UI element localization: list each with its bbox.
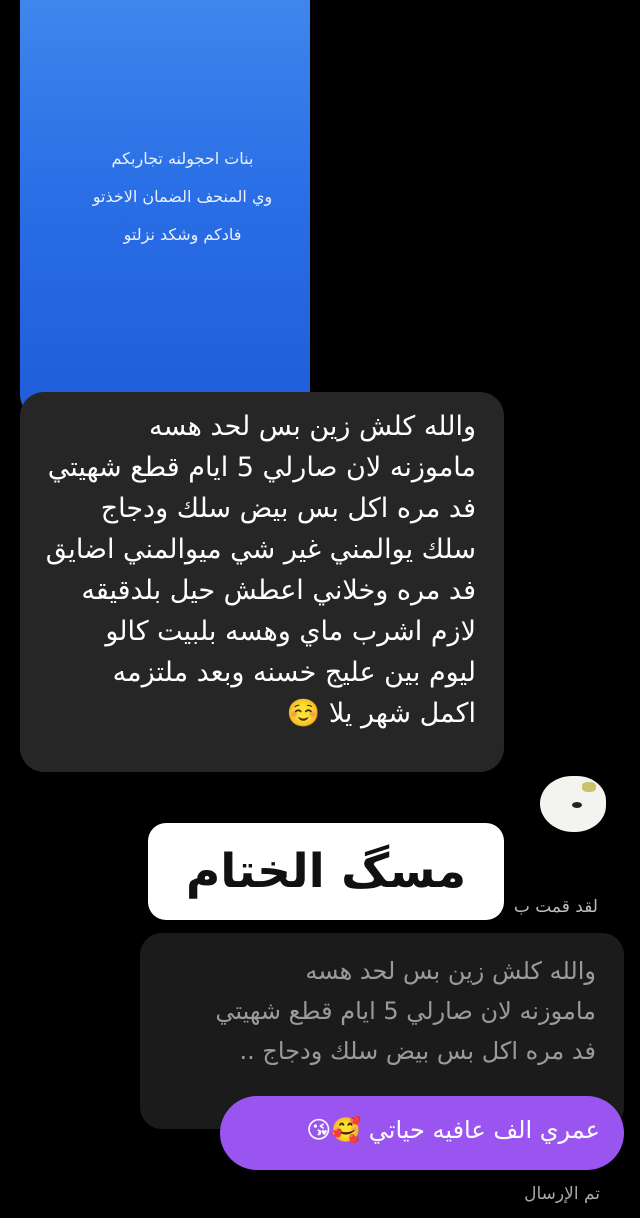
message-line: لازم اشرب ماي وهسه بلبيت كالو — [105, 616, 476, 647]
incoming-message-bubble[interactable]: والله كلش زين بس لحد هسه ماموزنه لان صار… — [20, 392, 504, 772]
message-line: اكمل شهر يلا ☺️ — [286, 698, 476, 729]
sticker-band — [582, 782, 596, 792]
message-line: سلك يوالمني غير شي ميوالمني اضايق — [45, 534, 476, 565]
story-reply-card[interactable]: بنات احجولنه تجاربكم وي المنحف الضمان ال… — [20, 0, 310, 420]
story-line: بنات احجولنه تجاربكم — [111, 149, 254, 168]
story-line: فادكم وشكد نزلتو — [123, 225, 242, 244]
outgoing-message-text: عمري الف عافيه حياتي 🥰😘 — [306, 1116, 600, 1144]
story-line: وي المنحف الضمان الاخذتو — [92, 187, 273, 206]
overlay-title-card: مسگ الختام — [148, 823, 504, 920]
message-text: والله كلش زين بس لحد هسه ماموزنه لان صار… — [36, 406, 476, 734]
replied-to-label: لقد قمت ب — [513, 897, 598, 917]
story-text: بنات احجولنه تجاربكم وي المنحف الضمان ال… — [60, 140, 305, 254]
quoted-line: والله كلش زين بس لحد هسه — [305, 957, 596, 985]
message-line: ماموزنه لان صارلي 5 ايام قطع شهيتي — [47, 452, 476, 483]
message-line: فد مره اكل بس بيض سلك ودجاج — [100, 493, 476, 524]
sticker-dot — [572, 802, 582, 808]
reaction-sticker-icon[interactable] — [540, 776, 606, 832]
message-line: ليوم بين عليج خسنه وبعد ملتزمه — [112, 657, 476, 688]
quoted-line: ماموزنه لان صارلي 5 ايام قطع شهيتي — [215, 997, 596, 1025]
quoted-text: والله كلش زين بس لحد هسه ماموزنه لان صار… — [156, 951, 596, 1071]
sent-status: تم الإرسال — [524, 1184, 600, 1204]
quoted-line: فد مره اكل بس بيض سلك ودجاج .. — [239, 1037, 596, 1065]
outgoing-message-bubble[interactable]: عمري الف عافيه حياتي 🥰😘 — [220, 1096, 624, 1170]
message-line: والله كلش زين بس لحد هسه — [149, 411, 476, 442]
message-line: فد مره وخلاني اعطش حيل بلدقيقه — [81, 575, 476, 606]
overlay-title: مسگ الختام — [185, 844, 467, 899]
